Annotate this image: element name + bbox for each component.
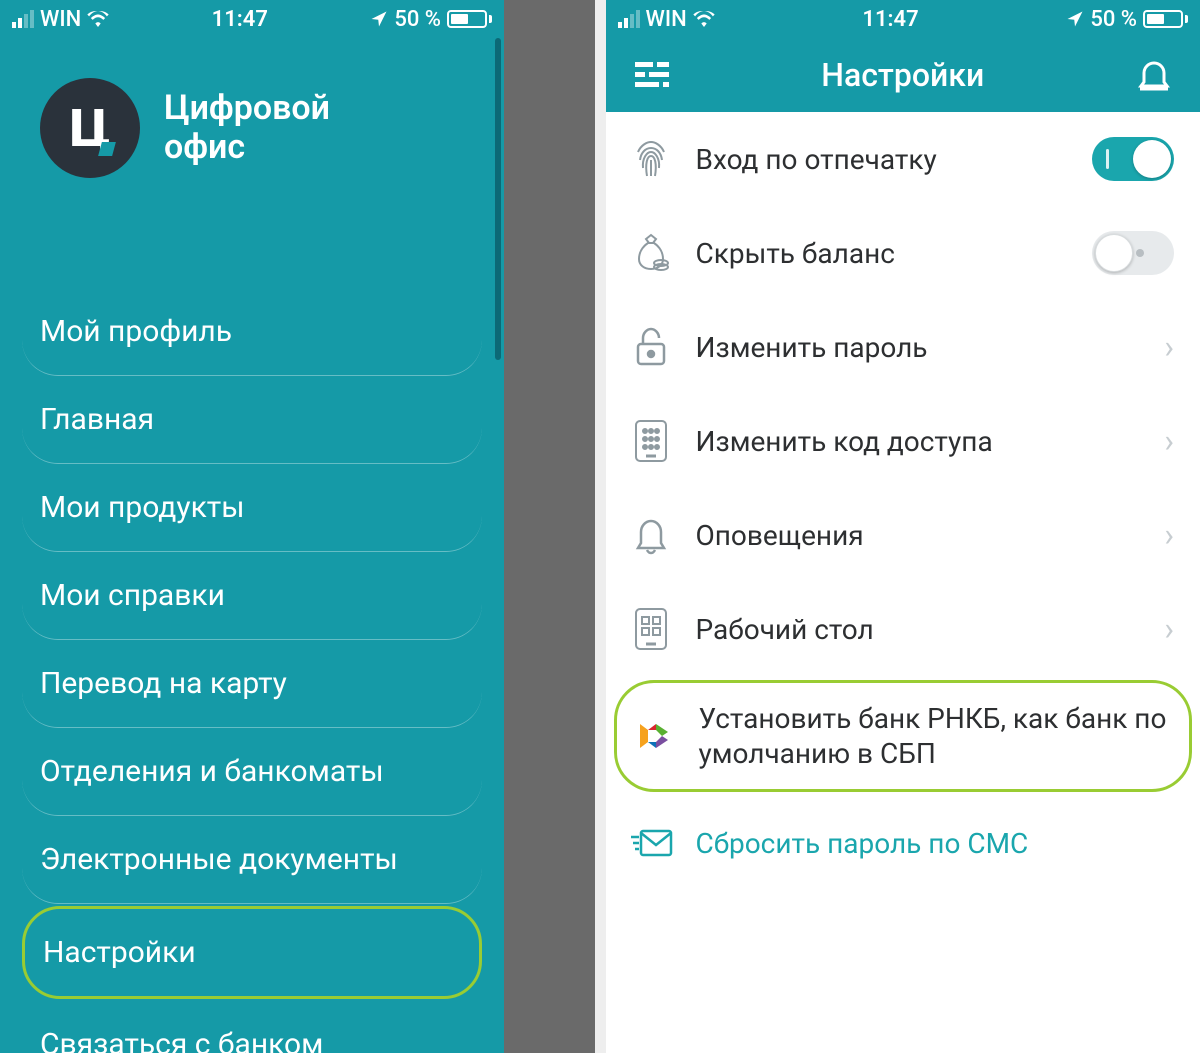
side-drawer: WIN 11:47 50 % Ц Цифровой: [0, 0, 504, 1053]
chevron-right-icon: ›: [1164, 516, 1174, 554]
drawer-item-contact[interactable]: Связаться с банком: [22, 1001, 482, 1053]
fingerprint-icon: [628, 136, 674, 182]
carrier-label: WIN: [40, 7, 81, 32]
bell-icon: [1138, 58, 1170, 92]
row-label: Изменить код доступа: [696, 425, 1143, 458]
hide-balance-toggle[interactable]: [1092, 231, 1174, 275]
app-name: Цифровой офис: [164, 89, 330, 167]
status-bar: WIN 11:47 50 %: [606, 0, 1200, 38]
location-icon: [370, 10, 388, 28]
row-notifications[interactable]: Оповещения ›: [606, 488, 1200, 582]
menu-button[interactable]: [632, 55, 672, 95]
row-change-code[interactable]: Изменить код доступа ›: [606, 394, 1200, 488]
lock-open-icon: [628, 324, 674, 370]
location-icon: [1066, 10, 1084, 28]
drawer-item-products[interactable]: Мои продукты: [22, 464, 482, 552]
money-bag-icon: [628, 230, 674, 276]
row-label: Вход по отпечатку: [696, 143, 1071, 176]
row-label: Скрыть баланс: [696, 237, 1071, 270]
chevron-right-icon: ›: [1164, 328, 1174, 366]
app-bar: Настройки: [606, 38, 1200, 112]
phone-drawer-screen: WIN 11:47 50 % Ц Цифровой: [0, 0, 595, 1053]
drawer-item-branches[interactable]: Отделения и банкоматы: [22, 728, 482, 816]
carrier-label: WIN: [646, 7, 687, 32]
row-reset-password-sms[interactable]: Сбросить пароль по СМС: [606, 796, 1200, 890]
battery-icon: [1143, 10, 1188, 28]
clock-label: 11:47: [862, 7, 918, 32]
fingerprint-toggle[interactable]: [1092, 137, 1174, 181]
app-logo-icon: Ц: [40, 78, 140, 178]
status-bar: WIN 11:47 50 %: [0, 0, 504, 38]
app-name-line2: офис: [164, 128, 330, 167]
chevron-right-icon: ›: [1164, 422, 1174, 460]
drawer-item-settings[interactable]: Настройки: [22, 906, 482, 999]
drawer-item-home[interactable]: Главная: [22, 376, 482, 464]
send-mail-icon: [628, 820, 674, 866]
grid-phone-icon: [628, 606, 674, 652]
battery-percent-label: 50 %: [394, 7, 441, 32]
app-name-line1: Цифровой: [164, 89, 330, 128]
chevron-right-icon: ›: [1164, 610, 1174, 648]
row-label: Рабочий стол: [696, 613, 1143, 646]
page-title: Настройки: [821, 56, 984, 94]
row-change-password[interactable]: Изменить пароль ›: [606, 300, 1200, 394]
drawer-item-profile[interactable]: Мой профиль: [22, 288, 482, 376]
scrollbar[interactable]: [495, 38, 501, 360]
signal-icon: [12, 10, 34, 28]
row-fingerprint[interactable]: Вход по отпечатку: [606, 112, 1200, 206]
battery-percent-label: 50 %: [1090, 7, 1137, 32]
drawer-item-statements[interactable]: Мои справки: [22, 552, 482, 640]
sbp-logo-icon: [631, 713, 677, 759]
drawer-header: Ц Цифровой офис: [0, 38, 504, 288]
phone-settings-screen: WIN 11:47 50 % Настройки: [606, 0, 1200, 1053]
signal-icon: [618, 10, 640, 28]
keypad-phone-icon: [628, 418, 674, 464]
row-sbp-default[interactable]: Установить банк РНКБ, как банк по умолча…: [614, 680, 1193, 792]
wifi-icon: [693, 11, 715, 27]
clock-label: 11:47: [212, 7, 268, 32]
menu-icon: [635, 62, 669, 88]
drawer-menu: Мой профиль Главная Мои продукты Мои спр…: [0, 288, 504, 1053]
bell-outline-icon: [628, 512, 674, 558]
battery-icon: [447, 10, 492, 28]
wifi-icon: [87, 11, 109, 27]
row-hide-balance[interactable]: Скрыть баланс: [606, 206, 1200, 300]
drawer-item-transfer[interactable]: Перевод на карту: [22, 640, 482, 728]
row-label: Оповещения: [696, 519, 1143, 552]
row-label: Изменить пароль: [696, 331, 1143, 364]
row-label: Сбросить пароль по СМС: [696, 827, 1175, 860]
settings-list: Вход по отпечатку Скрыть баланс: [606, 112, 1200, 890]
row-desktop[interactable]: Рабочий стол ›: [606, 582, 1200, 676]
drawer-item-edocs[interactable]: Электронные документы: [22, 816, 482, 904]
notifications-button[interactable]: [1134, 55, 1174, 95]
row-label: Установить банк РНКБ, как банк по умолча…: [699, 701, 1172, 771]
